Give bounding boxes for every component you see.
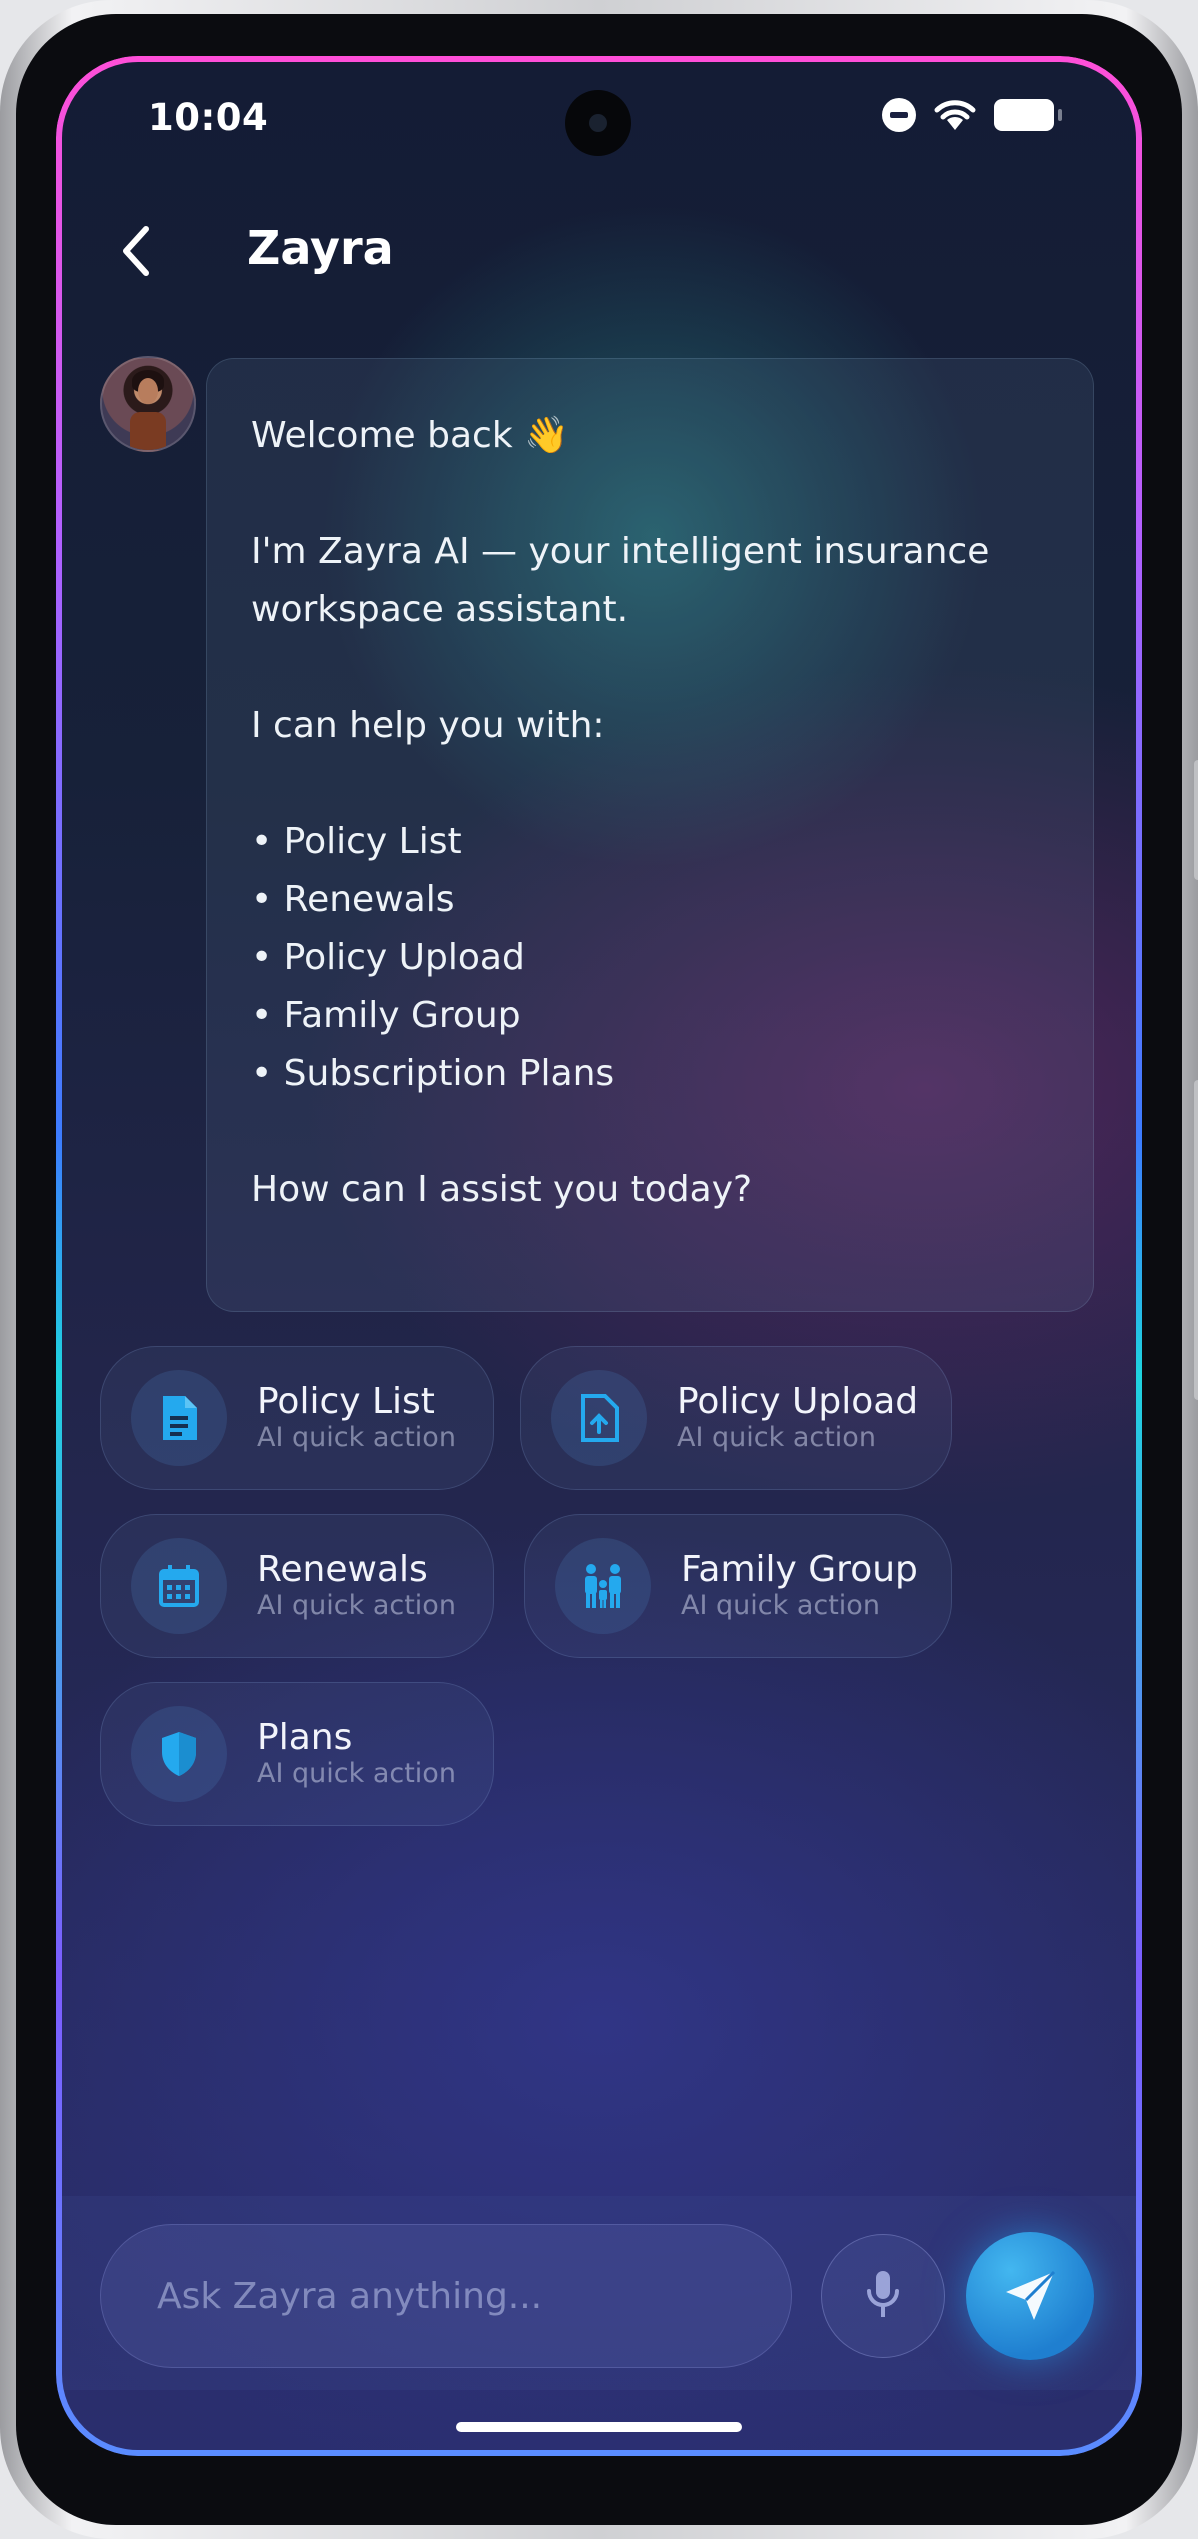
quick-action-plans[interactable]: Plans AI quick action — [100, 1682, 494, 1826]
chevron-left-icon — [123, 226, 149, 276]
shield-icon — [131, 1706, 227, 1802]
quick-action-label: Plans — [257, 1717, 353, 1758]
power-button — [1194, 1080, 1198, 1400]
do-not-disturb-icon — [882, 98, 916, 132]
wifi-icon — [934, 100, 976, 130]
help-intro-text: I can help you with: — [251, 705, 605, 746]
quick-action-label: Policy Upload — [677, 1381, 919, 1422]
message-input-container[interactable] — [100, 2224, 792, 2368]
assistant-message-bubble: Welcome back 👋 I'm Zayra AI — your intel… — [206, 358, 1094, 1312]
feature-list-item: • Policy Upload — [251, 937, 525, 978]
feature-list-item: • Family Group — [251, 995, 521, 1036]
document-icon — [131, 1370, 227, 1466]
quick-action-subtitle: AI quick action — [681, 1590, 880, 1621]
battery-icon — [994, 99, 1062, 131]
quick-action-label: Policy List — [257, 1381, 435, 1422]
feature-list-item: • Renewals — [251, 879, 455, 920]
quick-action-subtitle: AI quick action — [257, 1758, 456, 1789]
home-indicator[interactable] — [456, 2422, 742, 2432]
quick-action-renewals[interactable]: Renewals AI quick action — [100, 1514, 494, 1658]
message-input[interactable] — [155, 2274, 759, 2318]
file-upload-icon — [551, 1370, 647, 1466]
send-button[interactable] — [966, 2232, 1094, 2360]
closing-text: How can I assist you today? — [251, 1169, 753, 1210]
page-title: Zayra — [247, 221, 394, 275]
quick-action-subtitle: AI quick action — [677, 1422, 876, 1453]
quick-action-subtitle: AI quick action — [257, 1590, 456, 1621]
volume-button — [1194, 760, 1198, 880]
quick-action-policy-upload[interactable]: Policy Upload AI quick action — [520, 1346, 952, 1490]
microphone-button[interactable] — [821, 2234, 945, 2358]
greeting-text: Welcome back 👋 — [251, 415, 569, 456]
status-icons — [882, 98, 1062, 132]
quick-action-label: Renewals — [257, 1549, 428, 1590]
intro-text-line1: I'm Zayra AI — your intelligent insuranc… — [251, 531, 990, 572]
send-icon — [1006, 2270, 1056, 2320]
quick-action-family-group[interactable]: Family Group AI quick action — [524, 1514, 952, 1658]
app-screen: 10:04 Zayra Welcome back 👋 I'm Zayra AI … — [56, 56, 1142, 2456]
front-camera — [565, 90, 631, 156]
quick-action-policy-list[interactable]: Policy List AI quick action — [100, 1346, 494, 1490]
quick-action-label: Family Group — [681, 1549, 918, 1590]
status-time: 10:04 — [148, 96, 269, 139]
feature-list-item: • Policy List — [251, 821, 462, 862]
feature-list-item: • Subscription Plans — [251, 1053, 615, 1094]
assistant-avatar — [100, 356, 196, 452]
calendar-icon — [131, 1538, 227, 1634]
back-button[interactable] — [106, 216, 166, 286]
microphone-icon — [867, 2271, 899, 2317]
quick-action-subtitle: AI quick action — [257, 1422, 456, 1453]
intro-text-line2: workspace assistant. — [251, 589, 629, 630]
family-icon — [555, 1538, 651, 1634]
